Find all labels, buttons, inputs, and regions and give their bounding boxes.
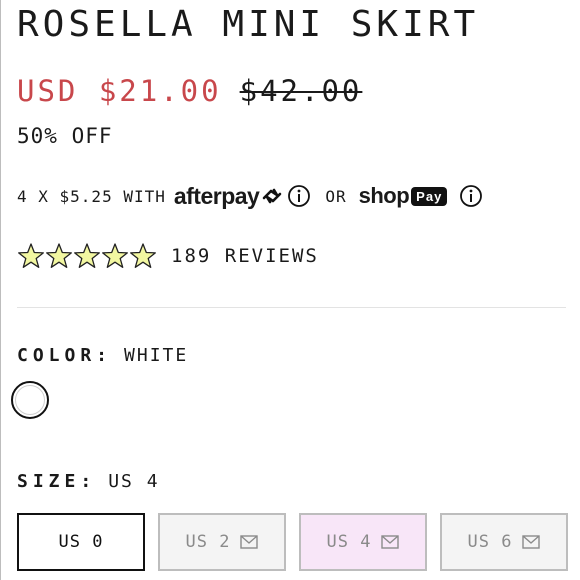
shoppay-info-icon[interactable]	[459, 184, 483, 208]
pay-badge: Pay	[411, 186, 448, 206]
size-button-label: US 0	[58, 532, 104, 552]
installments-row: 4 X $5.25 WITH afterpay OR shop Pay	[17, 180, 483, 212]
mail-icon	[522, 535, 541, 549]
size-button-label: US 4	[326, 532, 372, 552]
swatch-fill	[15, 385, 45, 415]
size-button-label: US 6	[467, 532, 513, 552]
size-options: US 0 US 2 US 4 US 6	[17, 513, 568, 571]
color-value: WHITE	[124, 345, 189, 366]
product-page: ROSELLA MINI SKIRT USD $21.00 $42.00 50% …	[0, 0, 580, 580]
size-label: SIZE:	[17, 471, 97, 492]
color-selector-label: COLOR: WHITE	[17, 345, 188, 366]
section-divider	[17, 307, 566, 308]
size-button-us-4[interactable]: US 4	[299, 513, 427, 571]
review-count[interactable]: 189 REVIEWS	[171, 245, 319, 267]
or-text: OR	[325, 186, 347, 206]
star-icon	[46, 243, 72, 268]
reviews-row[interactable]: 189 REVIEWS	[17, 240, 319, 272]
mail-icon	[240, 535, 259, 549]
installment-text: 4 X $5.25 WITH	[17, 186, 166, 206]
color-swatch-white[interactable]	[11, 381, 49, 419]
afterpay-wordmark: afterpay	[173, 182, 260, 209]
star-rating	[17, 242, 157, 270]
star-icon	[102, 243, 128, 268]
product-title: ROSELLA MINI SKIRT	[17, 4, 480, 45]
shop-pay-logo[interactable]: shop	[359, 183, 410, 209]
size-selector-label: SIZE: US 4	[17, 471, 160, 492]
size-button-label: US 2	[185, 532, 231, 552]
price-row: USD $21.00 $42.00	[17, 74, 362, 108]
sale-price: USD $21.00	[17, 74, 222, 108]
color-label: COLOR:	[17, 345, 113, 366]
afterpay-arrows-icon	[263, 188, 282, 204]
mail-icon	[381, 535, 400, 549]
star-icon	[74, 243, 100, 268]
size-button-us-0[interactable]: US 0	[17, 513, 145, 571]
original-price: $42.00	[239, 74, 363, 108]
size-value: US 4	[108, 471, 160, 492]
star-icon	[130, 243, 156, 268]
star-icon	[18, 243, 44, 268]
afterpay-logo[interactable]: afterpay	[174, 183, 283, 210]
size-button-us-2[interactable]: US 2	[158, 513, 286, 571]
size-button-us-6[interactable]: US 6	[440, 513, 568, 571]
discount-label: 50% OFF	[17, 124, 113, 148]
afterpay-info-icon[interactable]	[287, 184, 311, 208]
